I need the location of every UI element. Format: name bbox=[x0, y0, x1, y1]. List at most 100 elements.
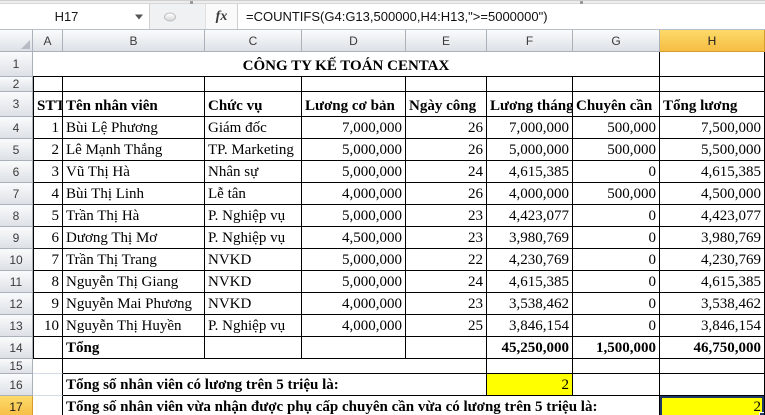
cell-c14[interactable] bbox=[205, 337, 302, 359]
header-work-days[interactable]: Ngày công bbox=[406, 92, 487, 117]
cell-stt[interactable]: 5 bbox=[33, 205, 63, 227]
cell-a15[interactable] bbox=[33, 359, 63, 374]
summary-high-salary-value[interactable]: 2 bbox=[487, 374, 573, 396]
cell-bonus[interactable]: 500,000 bbox=[573, 139, 660, 161]
cell-position[interactable]: NVKD bbox=[205, 271, 302, 293]
cell-total[interactable]: 3,846,154 bbox=[660, 315, 765, 337]
cell-d14[interactable] bbox=[302, 337, 406, 359]
row-header-3[interactable]: 3 bbox=[0, 92, 33, 117]
cell-month-salary[interactable]: 4,423,077 bbox=[487, 205, 573, 227]
cell-bonus[interactable]: 0 bbox=[573, 161, 660, 183]
cell-a2[interactable] bbox=[33, 77, 63, 92]
cell-base-salary[interactable]: 7,000,000 bbox=[302, 117, 406, 139]
header-stt[interactable]: STT bbox=[33, 92, 63, 117]
cell-base-salary[interactable]: 5,000,000 bbox=[302, 271, 406, 293]
cell-name[interactable]: Nguyễn Thị Huyền bbox=[63, 315, 205, 337]
resize-handle-icon[interactable] bbox=[164, 12, 176, 21]
cell-f2[interactable] bbox=[487, 77, 573, 92]
name-box-dropdown-icon[interactable] bbox=[135, 14, 143, 19]
cell-work-days[interactable]: 26 bbox=[406, 139, 487, 161]
cell-position[interactable]: NVKD bbox=[205, 293, 302, 315]
header-position[interactable]: Chức vụ bbox=[205, 92, 302, 117]
cell-position[interactable]: Lễ tân bbox=[205, 183, 302, 205]
cell-h15[interactable] bbox=[660, 359, 765, 374]
cell-stt[interactable]: 2 bbox=[33, 139, 63, 161]
row-header-14[interactable]: 14 bbox=[0, 337, 33, 359]
cell-h16[interactable] bbox=[660, 374, 765, 396]
cell-position[interactable]: P. Nghiệp vụ bbox=[205, 227, 302, 249]
cell-bonus[interactable]: 0 bbox=[573, 227, 660, 249]
cell-total[interactable]: 3,538,462 bbox=[660, 293, 765, 315]
row-header-4[interactable]: 4 bbox=[0, 117, 33, 139]
cell-h1[interactable] bbox=[660, 52, 765, 77]
cell-stt[interactable]: 1 bbox=[33, 117, 63, 139]
cell-position[interactable]: P. Nghiệp vụ bbox=[205, 205, 302, 227]
column-header-g[interactable]: G bbox=[573, 30, 660, 52]
cell-total[interactable]: 4,615,385 bbox=[660, 271, 765, 293]
formula-input[interactable]: =COUNTIFS(G4:G13,500000,H4:H13,">=500000… bbox=[238, 4, 765, 29]
row-header-7[interactable]: 7 bbox=[0, 183, 33, 205]
cell-total[interactable]: 4,500,000 bbox=[660, 183, 765, 205]
cell-base-salary[interactable]: 4,000,000 bbox=[302, 293, 406, 315]
cell-a17[interactable] bbox=[33, 396, 63, 415]
cell-bonus[interactable]: 0 bbox=[573, 271, 660, 293]
cell-f15[interactable] bbox=[487, 359, 573, 374]
cell-base-salary[interactable]: 4,000,000 bbox=[302, 183, 406, 205]
column-header-b[interactable]: B bbox=[63, 30, 205, 52]
cell-base-salary[interactable]: 4,000,000 bbox=[302, 315, 406, 337]
row-header-1[interactable]: 1 bbox=[0, 52, 33, 77]
cell-total[interactable]: 5,500,000 bbox=[660, 139, 765, 161]
cell-position[interactable]: TP. Marketing bbox=[205, 139, 302, 161]
row-header-10[interactable]: 10 bbox=[0, 249, 33, 271]
header-bonus[interactable]: Chuyên cần bbox=[573, 92, 660, 117]
cell-bonus[interactable]: 500,000 bbox=[573, 117, 660, 139]
name-box[interactable]: H17 bbox=[0, 4, 150, 29]
cell-name[interactable]: Lê Mạnh Thắng bbox=[63, 139, 205, 161]
cell-a14[interactable] bbox=[33, 337, 63, 359]
cell-a16[interactable] bbox=[33, 374, 63, 396]
column-header-a[interactable]: A bbox=[33, 30, 63, 52]
cell-bonus[interactable]: 0 bbox=[573, 293, 660, 315]
cell-name[interactable]: Dương Thị Mơ bbox=[63, 227, 205, 249]
company-title-cell[interactable]: CÔNG TY KẾ TOÁN CENTAX bbox=[33, 52, 660, 77]
cell-g2[interactable] bbox=[573, 77, 660, 92]
cell-base-salary[interactable]: 5,000,000 bbox=[302, 249, 406, 271]
cell-total[interactable]: 4,615,385 bbox=[660, 161, 765, 183]
cell-stt[interactable]: 8 bbox=[33, 271, 63, 293]
cell-position[interactable]: P. Nghiệp vụ bbox=[205, 315, 302, 337]
cell-month-salary[interactable]: 4,615,385 bbox=[487, 271, 573, 293]
cell-month-salary[interactable]: 7,000,000 bbox=[487, 117, 573, 139]
selected-cell-h17[interactable]: 2 bbox=[660, 396, 765, 415]
cell-name[interactable]: Trần Thị Trang bbox=[63, 249, 205, 271]
cell-work-days[interactable]: 26 bbox=[406, 183, 487, 205]
cell-position[interactable]: Nhân sự bbox=[205, 161, 302, 183]
column-header-c[interactable]: C bbox=[205, 30, 302, 52]
cell-month-salary[interactable]: 3,846,154 bbox=[487, 315, 573, 337]
cell-name[interactable]: Bùi Thị Linh bbox=[63, 183, 205, 205]
cell-e14[interactable] bbox=[406, 337, 487, 359]
cell-work-days[interactable]: 26 bbox=[406, 117, 487, 139]
cell-work-days[interactable]: 25 bbox=[406, 315, 487, 337]
cell-c2[interactable] bbox=[205, 77, 302, 92]
cell-total[interactable]: 3,980,769 bbox=[660, 227, 765, 249]
cell-work-days[interactable]: 24 bbox=[406, 161, 487, 183]
row-header-2[interactable]: 2 bbox=[0, 77, 33, 92]
select-all-button[interactable] bbox=[0, 30, 33, 52]
insert-function-button[interactable]: fx bbox=[206, 4, 238, 29]
column-header-d[interactable]: D bbox=[302, 30, 406, 52]
cell-b15[interactable] bbox=[63, 359, 487, 374]
cell-stt[interactable]: 3 bbox=[33, 161, 63, 183]
totals-month-salary-cell[interactable]: 45,250,000 bbox=[487, 337, 573, 359]
cell-month-salary[interactable]: 4,615,385 bbox=[487, 161, 573, 183]
header-name[interactable]: Tên nhân viên bbox=[63, 92, 205, 117]
cell-bonus[interactable]: 0 bbox=[573, 315, 660, 337]
cell-total[interactable]: 4,230,769 bbox=[660, 249, 765, 271]
totals-bonus-cell[interactable]: 1,500,000 bbox=[573, 337, 660, 359]
cell-total[interactable]: 4,423,077 bbox=[660, 205, 765, 227]
cell-stt[interactable]: 6 bbox=[33, 227, 63, 249]
cell-e2[interactable] bbox=[406, 77, 487, 92]
cell-h2[interactable] bbox=[660, 77, 765, 92]
cell-bonus[interactable]: 0 bbox=[573, 249, 660, 271]
row-header-15[interactable]: 15 bbox=[0, 359, 33, 374]
row-header-9[interactable]: 9 bbox=[0, 227, 33, 249]
